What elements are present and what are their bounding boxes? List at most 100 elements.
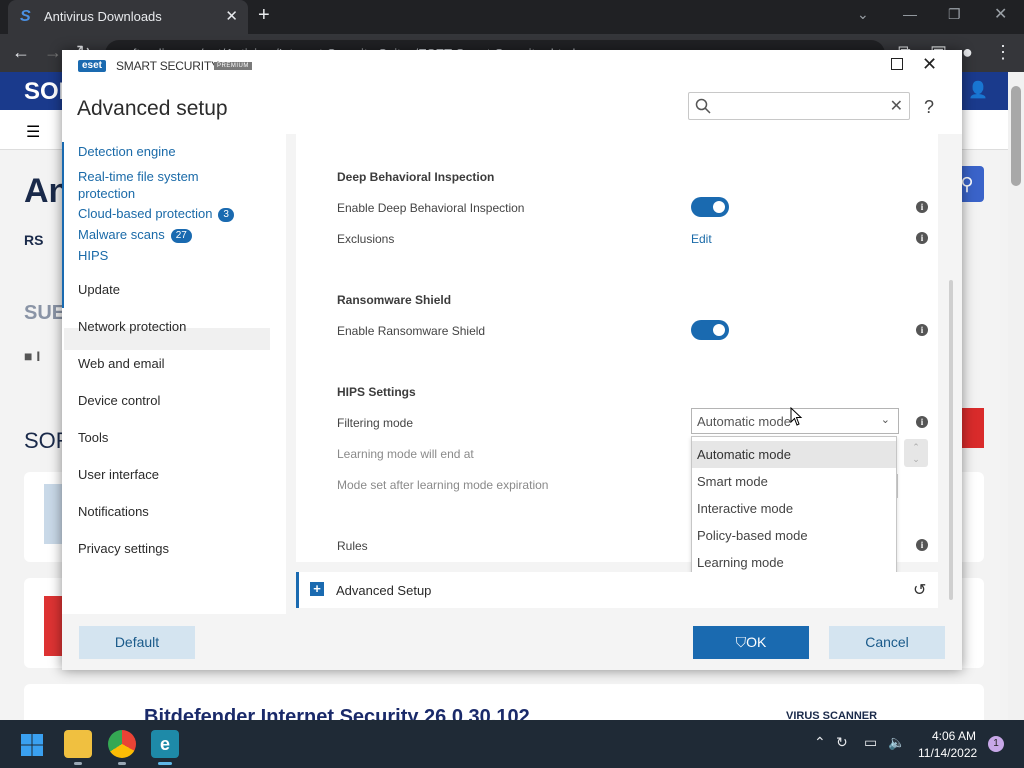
dropdown-option-automatic[interactable]: Automatic mode <box>692 441 896 468</box>
softpedia-favicon-icon: S <box>20 8 31 25</box>
page-title: Advanced setup <box>77 97 228 120</box>
chrome-icon[interactable] <box>108 730 136 758</box>
ok-button[interactable]: ⛉OK <box>693 626 809 659</box>
close-icon[interactable]: ✕ <box>922 54 937 75</box>
window-close-icon[interactable]: ✕ <box>994 4 1007 24</box>
volume-icon[interactable]: 🔈 <box>888 734 905 751</box>
sidebar-item-malware-scans[interactable]: Malware scans 27 <box>78 227 192 243</box>
browser-tab-strip: S Antivirus Downloads ✕ + ⌄ — ❐ ✕ <box>0 0 1024 34</box>
setting-label: Mode set after learning mode expiration <box>337 478 549 492</box>
restore-icon[interactable]: ❐ <box>948 6 961 23</box>
notification-badge[interactable]: 1 <box>988 736 1004 752</box>
chevron-down-icon: ⌄ <box>880 414 890 426</box>
section-title-ransomware-shield: Ransomware Shield <box>337 293 452 307</box>
setting-label: Enable Ransomware Shield <box>337 324 486 338</box>
filtering-mode-dropdown: Automatic mode Smart mode Interactive mo… <box>691 436 897 582</box>
tray-overflow-icon[interactable]: ⌃ <box>814 734 826 751</box>
back-icon[interactable]: ← <box>12 42 30 63</box>
sidebar-item-hips[interactable]: HIPS <box>78 248 108 263</box>
windows-start-icon[interactable] <box>20 733 44 757</box>
dbi-toggle[interactable] <box>691 197 729 217</box>
setting-label: Filtering mode <box>337 416 414 430</box>
sidebar-item-detection-engine[interactable]: Detection engine <box>78 144 176 159</box>
site-user-icon[interactable]: 👤 <box>968 80 992 102</box>
eset-taskbar-icon[interactable]: e <box>151 730 179 758</box>
eset-brand: SMART SECURITY <box>116 59 219 73</box>
profile-icon[interactable]: ● <box>962 42 973 63</box>
info-icon[interactable]: i <box>916 539 928 551</box>
forward-icon[interactable]: → <box>44 42 62 63</box>
clock-date[interactable]: 11/14/2022 <box>918 746 977 760</box>
help-button[interactable]: ? <box>924 97 934 118</box>
dropdown-option-smart[interactable]: Smart mode <box>692 468 896 495</box>
info-icon[interactable]: i <box>916 324 928 336</box>
ransomware-toggle[interactable] <box>691 320 729 340</box>
setting-label: Enable Deep Behavioral Inspection <box>337 201 525 215</box>
dropdown-option-policy-based[interactable]: Policy-based mode <box>692 522 896 549</box>
setting-label: Exclusions <box>337 232 395 246</box>
site-subheading: SUE <box>24 302 66 324</box>
sidebar-item-user-interface[interactable]: User interface <box>78 467 159 482</box>
menu-icon[interactable]: ⋮ <box>994 42 1012 63</box>
count-badge: 3 <box>218 208 234 222</box>
sidebar: Detection engine Real-time file system p… <box>62 134 286 614</box>
cancel-button[interactable]: Cancel <box>829 626 945 659</box>
app-running-indicator <box>118 762 126 765</box>
dropdown-option-interactive[interactable]: Interactive mode <box>692 495 896 522</box>
network-icon[interactable]: ▭ <box>864 734 877 751</box>
page-scrollbar[interactable] <box>1008 72 1024 720</box>
minimize-icon[interactable]: — <box>903 6 917 22</box>
default-button[interactable]: Default <box>79 626 195 659</box>
sidebar-item-label: Malware scans <box>78 227 165 242</box>
select-value: Automatic mode <box>697 414 791 429</box>
site-rss-link[interactable]: RS <box>24 232 43 248</box>
info-icon[interactable]: i <box>916 201 928 213</box>
tab-search-icon[interactable]: ⌄ <box>857 6 869 23</box>
search-input[interactable]: ✕ <box>688 92 910 120</box>
sidebar-item-tools[interactable]: Tools <box>78 430 108 445</box>
clear-search-icon[interactable]: ✕ <box>890 96 903 116</box>
sidebar-item-label: Cloud-based protection <box>78 206 213 221</box>
file-explorer-icon[interactable] <box>64 730 92 758</box>
tab-close-icon[interactable]: ✕ <box>225 7 238 25</box>
info-icon[interactable]: i <box>916 232 928 244</box>
info-icon[interactable]: i <box>916 416 928 428</box>
eset-tray-icon[interactable]: ↻ <box>836 734 848 751</box>
app-running-indicator <box>74 762 82 765</box>
sidebar-item-update[interactable]: Update <box>78 282 120 297</box>
browser-tab[interactable]: S Antivirus Downloads ✕ <box>8 0 248 34</box>
detection-group-indicator <box>62 142 64 308</box>
tab-title: Antivirus Downloads <box>44 9 162 24</box>
advanced-setup-bar[interactable]: + Advanced Setup ↺ <box>296 572 938 608</box>
new-tab-icon[interactable]: + <box>258 4 270 27</box>
content-scrollbar[interactable] <box>949 280 953 600</box>
sidebar-item-network-protection[interactable]: Network protection <box>78 319 186 334</box>
toggle-knob <box>713 201 725 213</box>
clock-time[interactable]: 4:06 AM <box>932 729 976 743</box>
setting-label: Rules <box>337 539 368 553</box>
sidebar-item-device-control[interactable]: Device control <box>78 393 160 408</box>
sidebar-item-web-and-email[interactable]: Web and email <box>78 356 164 371</box>
eset-logo: eset <box>78 60 107 72</box>
page-scroll-thumb[interactable] <box>1011 86 1021 186</box>
revert-icon[interactable]: ↺ <box>913 580 926 600</box>
expand-plus-icon[interactable]: + <box>310 582 324 596</box>
site-hamburger-icon[interactable]: ☰ <box>26 122 40 142</box>
section-title-hips-settings: HIPS Settings <box>337 385 416 399</box>
eset-advanced-setup-window: eset SMART SECURITY PREMIUM ✕ Advanced s… <box>62 50 962 670</box>
app-active-indicator <box>158 762 172 765</box>
exclusions-edit-link[interactable]: Edit <box>691 232 712 246</box>
section-title-deep-behavioral-inspection: Deep Behavioral Inspection <box>337 170 495 184</box>
shield-icon: ⛉ <box>735 634 747 650</box>
site-product-title[interactable]: Bitdefender Internet Security 26.0.30.10… <box>144 706 530 720</box>
date-spinner[interactable]: ⌃ ⌄ <box>904 439 928 467</box>
sidebar-item-notifications[interactable]: Notifications <box>78 504 149 519</box>
advanced-setup-label: Advanced Setup <box>336 583 432 598</box>
eset-titlebar: eset SMART SECURITY PREMIUM ✕ <box>62 50 962 82</box>
site-product-tag[interactable]: VIRUS SCANNER <box>786 710 877 720</box>
sidebar-item-privacy-settings[interactable]: Privacy settings <box>78 541 169 556</box>
maximize-icon[interactable] <box>891 58 903 70</box>
eset-premium-badge: PREMIUM <box>214 62 252 70</box>
sidebar-item-cloud-protection[interactable]: Cloud-based protection 3 <box>78 206 234 222</box>
sidebar-item-realtime-protection[interactable]: Real-time file system protection <box>78 168 228 202</box>
